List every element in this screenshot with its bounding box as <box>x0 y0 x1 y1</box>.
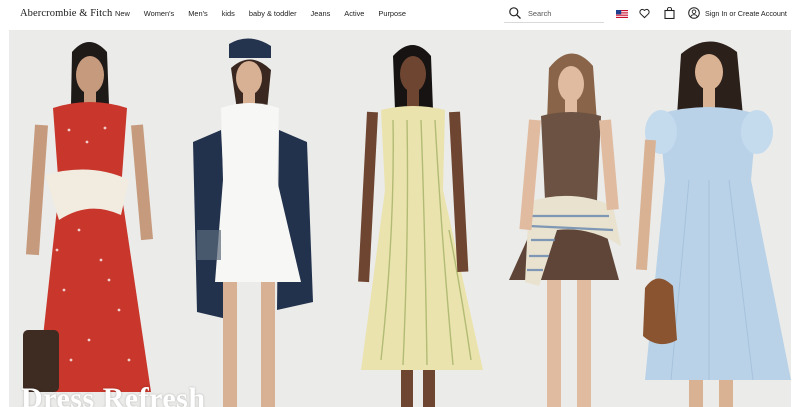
search-icon <box>509 7 521 19</box>
hero-models-image <box>23 38 791 407</box>
brand-logo[interactable]: Abercrombie & Fitch <box>20 8 112 19</box>
model-red-dress <box>23 42 154 392</box>
shopping-bag-icon[interactable] <box>664 7 675 19</box>
hero-title[interactable]: Dress Refresh <box>21 382 206 407</box>
model-white-dress <box>193 38 313 407</box>
nav-item-baby-toddler[interactable]: baby & toddler <box>249 9 297 18</box>
heart-icon[interactable] <box>639 8 650 19</box>
nav-item-jeans[interactable]: Jeans <box>311 9 331 18</box>
search-placeholder: Search <box>528 8 552 18</box>
account-icon[interactable] <box>688 7 700 19</box>
nav-item-active[interactable]: Active <box>344 9 364 18</box>
hero-banner[interactable]: Dress Refresh <box>9 30 791 407</box>
nav-item-mens[interactable]: Men's <box>188 9 207 18</box>
model-brown-dress <box>509 53 621 407</box>
top-navigation-bar: Abercrombie & Fitch New Women's Men's ki… <box>0 0 800 28</box>
sign-in-link[interactable]: Sign In or Create Account <box>705 9 787 18</box>
nav-item-kids[interactable]: kids <box>222 9 235 18</box>
nav-item-new[interactable]: New <box>115 9 130 18</box>
main-nav: New Women's Men's kids baby & toddler Je… <box>115 9 420 18</box>
us-flag-icon[interactable] <box>616 10 628 18</box>
model-yellow-dress <box>358 45 483 407</box>
nav-item-womens[interactable]: Women's <box>144 9 174 18</box>
search-field[interactable]: Search <box>504 4 604 23</box>
nav-item-purpose[interactable]: Purpose <box>378 9 406 18</box>
model-blue-dress <box>635 41 791 407</box>
